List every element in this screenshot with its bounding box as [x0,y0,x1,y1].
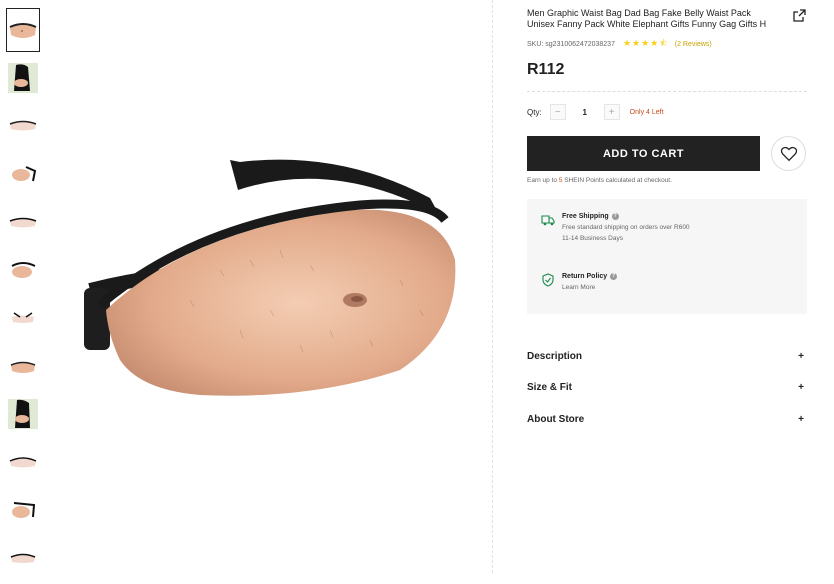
free-shipping-title: Free Shipping [562,213,609,220]
shield-check-icon [542,273,554,287]
points-note: Earn up to 5 SHEIN Points calculated at … [527,177,807,184]
add-to-cart-button[interactable]: ADD TO CART [527,136,760,171]
learn-more-link[interactable]: Learn More [562,282,617,293]
thumbnail-list [6,8,42,584]
cart-row: ADD TO CART [527,136,807,171]
qty-label: Qty: [527,107,542,117]
product-price: R112 [527,61,565,78]
price-divider [527,91,807,92]
points-prefix: Earn up to [527,177,559,184]
accordion-size-fit[interactable]: Size & Fit + [527,382,807,393]
stock-note: Only 4 Left [629,108,664,116]
thumbnail-8[interactable] [6,344,40,388]
accordion-label: About Store [527,414,585,425]
thumbnail-11[interactable] [6,488,40,532]
thumbnail-10[interactable] [6,440,40,484]
thumbnail-3[interactable] [6,104,40,148]
product-title: Men Graphic Waist Bag Dad Bag Fake Belly… [527,8,767,29]
sku-row: SKU: sg2310062472038237 ★★★★⯪ (2 Reviews… [527,36,807,52]
help-icon[interactable]: ? [610,273,618,280]
thumbnail-12[interactable] [6,536,40,580]
quantity-stepper: − 1 + [549,104,620,120]
thumbnail-7[interactable] [6,296,40,340]
thumbnail-2[interactable] [6,56,40,100]
quantity-row: Qty: − 1 + Only 4 Left [527,104,807,120]
accordion-label: Description [527,351,583,362]
thumbnail-9[interactable] [6,392,40,436]
wishlist-button[interactable] [771,136,806,171]
qty-increase-button[interactable]: + [603,104,620,120]
points-suffix: SHEIN Points calculated at checkout. [562,177,672,184]
reviews-link[interactable]: (2 Reviews) [675,41,712,48]
thumbnail-5[interactable] [6,200,40,244]
return-policy-item: Return Policy? Learn More [541,273,618,293]
free-shipping-line-2: 11-14 Business Days [562,235,623,242]
thumbnail-1[interactable] [6,8,40,52]
plus-icon: + [798,351,804,362]
help-icon[interactable]: ? [611,213,619,220]
plus-icon: + [798,382,804,393]
main-product-image[interactable] [70,100,470,480]
truck-icon [541,215,555,226]
thumbnail-4[interactable] [6,152,40,196]
rating-stars: ★★★★⯪ [622,38,669,48]
free-shipping-line-1: Free standard shipping on orders over R6… [562,224,690,231]
qty-input[interactable]: 1 [566,108,604,117]
heart-icon [780,146,797,161]
shipping-box: Free Shipping? Free standard shipping on… [527,199,807,314]
free-shipping-item: Free Shipping? Free standard shipping on… [541,213,690,244]
gallery-divider [492,0,494,573]
sku-text: SKU: sg2310062472038237 [527,40,615,48]
plus-icon: + [798,414,804,425]
accordion-label: Size & Fit [527,382,573,393]
return-policy-title: Return Policy [562,273,608,280]
thumbnail-6[interactable] [6,248,40,292]
product-info-panel: Men Graphic Waist Bag Dad Bag Fake Belly… [527,8,807,314]
accordion-about-store[interactable]: About Store + [527,414,807,425]
qty-decrease-button[interactable]: − [549,104,566,120]
accordion-description[interactable]: Description + [527,351,807,362]
